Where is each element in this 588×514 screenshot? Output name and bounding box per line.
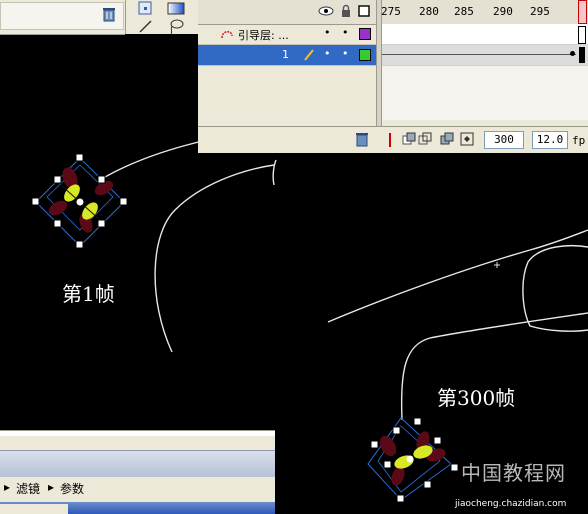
visibility-dot[interactable]: • bbox=[324, 26, 331, 39]
frame-rate-unit: fp bbox=[572, 134, 586, 147]
timeline-header: 275 280 285 290 295 bbox=[198, 0, 588, 25]
lock-dot[interactable]: • bbox=[342, 26, 349, 39]
layer-row-guide[interactable]: 引导层: ... • • bbox=[198, 24, 376, 45]
filters-tab-icon: ▸ bbox=[4, 480, 11, 494]
timeline-panel: 275 280 285 290 295 引导层: ... • • 1 • • 3… bbox=[198, 0, 588, 153]
layer-color-swatch[interactable] bbox=[359, 28, 371, 40]
empty-frames-area[interactable] bbox=[380, 66, 588, 120]
center-frame-icon[interactable] bbox=[386, 133, 394, 147]
ruler-label: 275 bbox=[381, 5, 401, 18]
modify-onion-markers-icon[interactable] bbox=[460, 132, 474, 146]
frame300-caption: 第300帧 bbox=[437, 386, 516, 410]
ruler-label: 285 bbox=[454, 5, 474, 18]
lasso-tool-icon[interactable] bbox=[166, 17, 186, 35]
onion-skin-outlines-icon[interactable] bbox=[418, 132, 432, 146]
pencil-icon bbox=[304, 49, 314, 61]
library-panel-edge bbox=[0, 0, 125, 35]
onion-skin-icon[interactable] bbox=[402, 132, 416, 146]
frames-row-1[interactable] bbox=[380, 45, 588, 66]
empty-layers-area bbox=[198, 66, 376, 120]
edit-multiple-frames-icon[interactable] bbox=[440, 132, 454, 146]
motion-tween-arrow bbox=[380, 54, 576, 55]
trash-icon[interactable] bbox=[101, 6, 117, 22]
free-transform-tool-icon[interactable] bbox=[136, 0, 156, 18]
watermark-url: jiaocheng.chazidian.com bbox=[455, 499, 567, 509]
lock-dot[interactable]: • bbox=[342, 47, 349, 60]
eye-icon[interactable] bbox=[318, 4, 334, 18]
frame1-caption: 第1帧 bbox=[62, 282, 115, 306]
tools-panel bbox=[125, 0, 199, 35]
site-watermark: 中国教程网 jiaocheng.chazidian.com bbox=[455, 455, 588, 514]
keyframe[interactable] bbox=[579, 47, 585, 63]
outline-icon[interactable] bbox=[358, 5, 370, 17]
keyframe[interactable] bbox=[578, 26, 586, 44]
tab-filters[interactable]: 滤镜 bbox=[16, 480, 40, 497]
keyframe-dot[interactable] bbox=[570, 51, 575, 56]
frames-row-guide[interactable] bbox=[380, 24, 588, 45]
properties-panel-edge: ▸ 滤镜 ▸ 参数 bbox=[0, 430, 275, 514]
layer-row-1[interactable]: 1 • • bbox=[198, 45, 376, 66]
ruler-label: 280 bbox=[419, 5, 439, 18]
delete-layer-icon[interactable] bbox=[354, 131, 370, 147]
panel-status-strip bbox=[0, 504, 68, 514]
frame-ruler[interactable]: 275 280 285 290 295 bbox=[380, 0, 588, 24]
frame-rate-field[interactable]: 12.0 bbox=[532, 131, 568, 149]
ruler-label: 295 bbox=[530, 5, 550, 18]
tab-parameters[interactable]: 参数 bbox=[60, 480, 84, 497]
gradient-tool-icon[interactable] bbox=[166, 0, 186, 18]
panel-tabs: ▸ 滤镜 ▸ 参数 bbox=[0, 478, 275, 498]
current-frame-field[interactable]: 300 bbox=[484, 131, 524, 149]
line-tool-icon[interactable] bbox=[136, 17, 156, 35]
watermark-title: 中国教程网 bbox=[461, 461, 566, 485]
visibility-dot[interactable]: • bbox=[324, 47, 331, 60]
timeline-footer: 300 12.0 fp bbox=[198, 126, 588, 153]
ruler-label: 290 bbox=[493, 5, 513, 18]
layer-name[interactable]: 1 bbox=[282, 48, 289, 61]
guide-layer-icon bbox=[221, 31, 233, 39]
lock-icon[interactable] bbox=[340, 4, 352, 18]
parameters-tab-icon: ▸ bbox=[48, 480, 55, 494]
layer-color-swatch[interactable] bbox=[359, 49, 371, 61]
playhead[interactable] bbox=[578, 0, 587, 24]
layer-name[interactable]: 引导层: ... bbox=[238, 27, 289, 43]
